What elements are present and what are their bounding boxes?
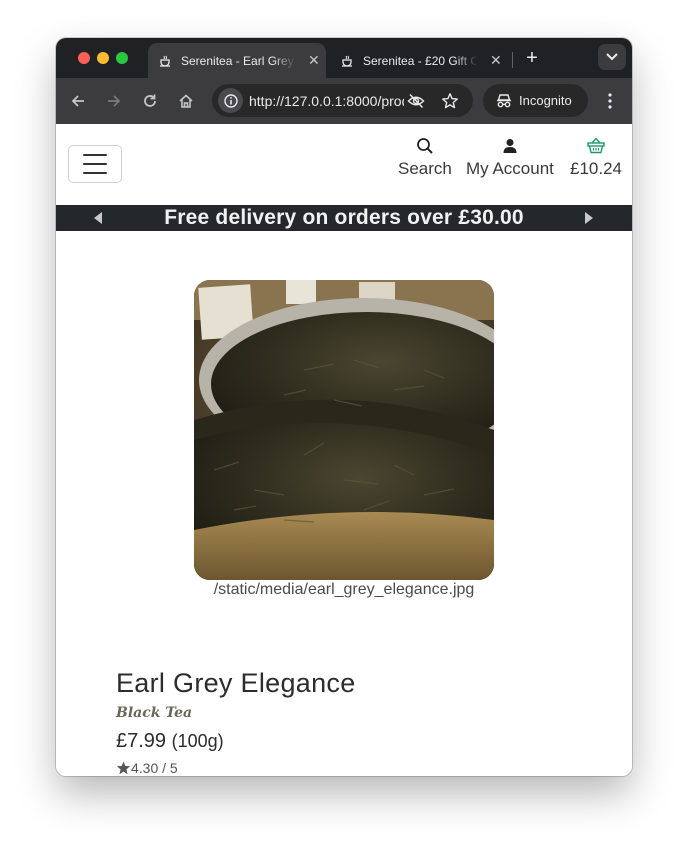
back-icon[interactable] xyxy=(66,89,90,113)
new-tab-button[interactable]: + xyxy=(521,47,543,69)
star-icon[interactable] xyxy=(441,92,459,110)
forward-icon[interactable] xyxy=(102,89,126,113)
nav-search-label: Search xyxy=(398,159,452,178)
close-window-button[interactable] xyxy=(78,52,90,64)
hamburger-line xyxy=(83,172,107,174)
close-tab-icon[interactable]: ✕ xyxy=(308,52,320,69)
star-rating-icon xyxy=(116,761,131,775)
nav-account-label: My Account xyxy=(466,159,554,178)
hamburger-line xyxy=(83,154,107,156)
web-page: Search My Account £10.24 Free delivery o… xyxy=(56,124,632,776)
image-caption: /static/media/earl_grey_elegance.jpg xyxy=(213,581,475,598)
product-weight: (100g) xyxy=(171,731,224,751)
tab-separator xyxy=(512,52,513,68)
tab-gift-card[interactable]: Serenitea - £20 Gift Card ✕ xyxy=(330,43,508,78)
product-title: Earl Grey Elegance xyxy=(116,668,356,698)
close-tab-icon[interactable]: ✕ xyxy=(490,52,502,69)
tab-title: Serenitea - £20 Gift Card xyxy=(363,53,478,68)
nav-basket-link[interactable]: £10.24 xyxy=(570,136,622,179)
account-icon xyxy=(503,136,517,155)
delivery-banner: Free delivery on orders over £30.00 xyxy=(56,205,632,231)
browser-window: Serenitea - Earl Grey Elegance ✕ Serenit… xyxy=(56,38,632,776)
incognito-icon xyxy=(496,93,512,108)
nav-search-link[interactable]: Search xyxy=(398,136,452,179)
product-image xyxy=(194,280,494,580)
banner-next-icon[interactable] xyxy=(585,212,593,224)
hamburger-line xyxy=(83,163,107,165)
more-icon[interactable] xyxy=(600,89,620,113)
tab-title: Serenitea - Earl Grey Elegance xyxy=(181,53,296,68)
browser-toolbar: http://127.0.0.1:8000/products/earl-grey… xyxy=(56,78,632,124)
product-rating: 4.30 / 5 xyxy=(116,760,178,776)
product-category: Black Tea xyxy=(116,705,193,721)
tea-favicon-icon xyxy=(339,53,355,69)
site-info-icon[interactable] xyxy=(218,88,243,113)
banner-prev-icon[interactable] xyxy=(94,212,102,224)
home-icon[interactable] xyxy=(174,89,198,113)
tab-earl-grey[interactable]: Serenitea - Earl Grey Elegance ✕ xyxy=(148,43,326,78)
maximize-window-button[interactable] xyxy=(116,52,128,64)
rating-value: 4.30 / 5 xyxy=(131,760,178,776)
site-navbar: Search My Account £10.24 xyxy=(56,124,632,205)
reload-icon[interactable] xyxy=(138,89,162,113)
search-icon xyxy=(416,136,434,155)
menu-toggle-button[interactable] xyxy=(68,145,122,183)
product-price: £7.99 xyxy=(116,730,167,752)
nav-account-link[interactable]: My Account xyxy=(466,136,554,179)
tea-favicon-icon xyxy=(157,53,173,69)
minimize-window-button[interactable] xyxy=(97,52,109,64)
incognito-label: Incognito xyxy=(519,93,572,108)
chevron-down-icon xyxy=(606,53,618,61)
basket-total: £10.24 xyxy=(570,159,622,178)
screen: Serenitea - Earl Grey Elegance ✕ Serenit… xyxy=(0,0,688,851)
banner-message: Free delivery on orders over £30.00 xyxy=(164,206,524,229)
address-bar[interactable]: http://127.0.0.1:8000/products/earl-grey… xyxy=(212,84,473,117)
tab-strip: Serenitea - Earl Grey Elegance ✕ Serenit… xyxy=(56,38,632,78)
incognito-indicator[interactable]: Incognito xyxy=(483,84,588,117)
eye-off-icon[interactable] xyxy=(407,92,425,110)
url-text: http://127.0.0.1:8000/products/earl-grey… xyxy=(249,93,404,109)
basket-icon xyxy=(587,136,605,155)
tab-search-button[interactable] xyxy=(598,44,626,70)
product-price-line: £7.99 (100g) xyxy=(116,730,224,753)
